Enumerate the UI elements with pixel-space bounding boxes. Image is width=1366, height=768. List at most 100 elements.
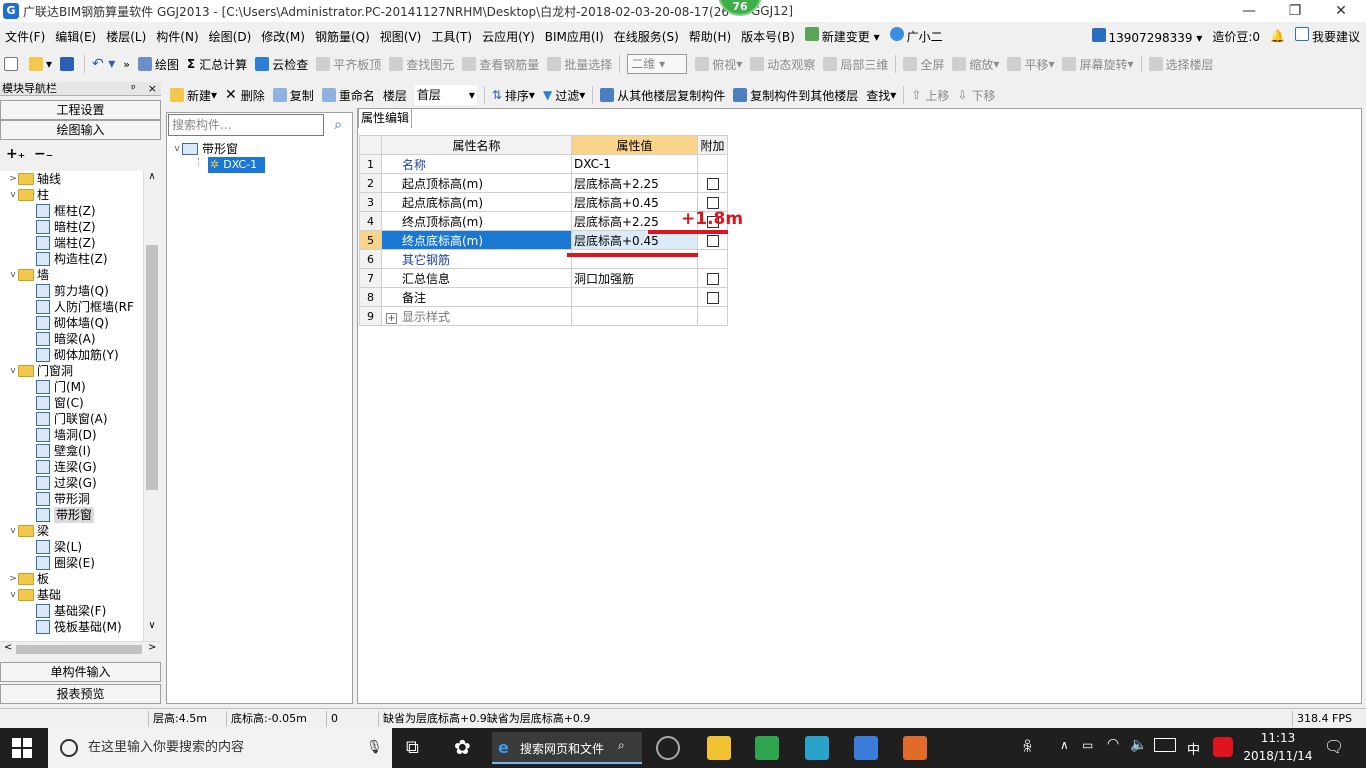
tree-node[interactable]: > 轴线 (0, 171, 143, 187)
new-file-icon[interactable] (0, 57, 25, 71)
windows-start-icon[interactable] (12, 738, 32, 758)
tree-horizontal-scrollbar[interactable]: < > (0, 641, 160, 657)
menu-floor[interactable]: 楼层(L) (101, 28, 151, 45)
glodon-app-icon[interactable] (755, 736, 779, 760)
draw-input-button[interactable]: 绘图输入 (0, 120, 161, 140)
tray-arrow-icon[interactable]: ∧ (1060, 738, 1069, 752)
property-row[interactable]: 9 + 显示样式 (359, 306, 728, 326)
property-name-cell[interactable]: 汇总信息 (381, 268, 572, 288)
tree-node[interactable]: v柱 (0, 187, 143, 203)
notification-icon[interactable]: 🔔 (1270, 29, 1285, 43)
scroll-right-icon[interactable]: > (148, 642, 156, 653)
tree-node[interactable]: 基础梁(F) (0, 603, 143, 619)
battery-icon[interactable]: ▭ (1082, 738, 1093, 752)
property-row[interactable]: 1 名称 DXC-1 (359, 154, 728, 174)
fullscreen-button[interactable]: 全屏 (899, 56, 948, 73)
account-button[interactable]: 13907298339 ▾ (1091, 27, 1202, 45)
close-icon[interactable]: ✕ (1318, 0, 1364, 22)
search-input[interactable]: 搜索构件... (168, 114, 324, 136)
close-panel-icon[interactable]: × (148, 82, 157, 95)
property-name-cell[interactable]: 终点底标高(m) (381, 230, 572, 250)
tree-node[interactable]: 圈梁(E) (0, 555, 143, 571)
wifi-icon[interactable]: ◠ (1107, 736, 1119, 752)
collapse-icon[interactable]: v (172, 141, 182, 157)
component-group-node[interactable]: v 带形窗 (172, 141, 238, 157)
new-component-button[interactable]: 新建 ▾ (166, 87, 221, 104)
copy-from-floor-button[interactable]: 从其他楼层复制构件 (596, 87, 729, 104)
floor-select[interactable]: 首层 ▾ (411, 85, 481, 105)
property-value-cell[interactable] (571, 287, 698, 307)
pin-icon[interactable]: ᵖ (131, 82, 136, 95)
undo-icon[interactable]: ↶ ▾ (88, 56, 119, 72)
property-name-cell[interactable]: 名称 (381, 154, 572, 174)
find-button[interactable]: 查找 ▾ (862, 87, 900, 104)
tree-node[interactable]: 门(M) (0, 379, 143, 395)
collapse-icon[interactable]: v (8, 187, 18, 203)
move-down-button[interactable]: ⇩ 下移 (953, 87, 999, 104)
property-value-cell[interactable] (571, 306, 698, 326)
tree-node[interactable]: v 门窗洞 (0, 363, 143, 379)
suggest-button[interactable]: 我要建议 (1294, 27, 1360, 45)
tree-node[interactable]: 砌体加筋(Y) (0, 347, 143, 363)
tree-node[interactable]: 壁龛(I) (0, 443, 143, 459)
overlook-button[interactable]: 俯视 ▾ (691, 56, 746, 73)
property-row[interactable]: 4 终点顶标高(m) 层底标高+2.25 (359, 211, 728, 231)
view-mode-select[interactable]: 二维 ▾ (623, 54, 691, 74)
rotate-button[interactable]: 屏幕旋转 ▾ (1058, 56, 1137, 73)
expand-plus-icon[interactable]: + (386, 312, 397, 324)
scroll-down-icon[interactable]: ∨ (144, 620, 160, 631)
report-preview-button[interactable]: 报表预览 (0, 684, 161, 704)
summary-button[interactable]: Σ 汇总计算 (183, 56, 251, 73)
attach-checkbox[interactable] (706, 272, 719, 285)
property-row[interactable]: 2 起点顶标高(m) 层底标高+2.25 (359, 173, 728, 193)
pinwheel-app-icon[interactable]: ✿ (454, 735, 471, 759)
taskbar-search-box[interactable]: 在这里输入你要搜索的内容 🎙 (48, 728, 392, 768)
menu-draw[interactable]: 绘图(D) (204, 28, 257, 45)
copy-to-floor-button[interactable]: 复制构件到其他楼层 (729, 87, 862, 104)
tree-node[interactable]: 梁(L) (0, 539, 143, 555)
collapse-icon[interactable]: v (8, 523, 18, 539)
property-name-cell[interactable]: 起点底标高(m) (381, 192, 572, 212)
collapse-all-icon[interactable]: −₋ (34, 146, 53, 162)
menu-component[interactable]: 构件(N) (151, 28, 203, 45)
tree-node[interactable]: 连梁(G) (0, 459, 143, 475)
attach-checkbox[interactable] (706, 234, 719, 247)
attach-checkbox[interactable] (706, 177, 719, 190)
sogou-icon[interactable] (1213, 737, 1233, 757)
volume-icon[interactable]: 🔈 (1130, 737, 1147, 753)
tree-node[interactable]: 端柱(Z) (0, 235, 143, 251)
tree-node[interactable]: 窗(C) (0, 395, 143, 411)
menu-view[interactable]: 视图(V) (375, 28, 427, 45)
menu-version[interactable]: 版本号(B) (736, 28, 800, 45)
collapse-icon[interactable]: v (8, 267, 18, 283)
dynamic-view-button[interactable]: 动态观察 (746, 56, 819, 73)
people-icon[interactable]: ꆜ (1022, 738, 1033, 756)
tree-node[interactable]: 暗柱(Z) (0, 219, 143, 235)
menu-cloud[interactable]: 云应用(Y) (477, 28, 540, 45)
tree-node[interactable]: 剪力墙(Q) (0, 283, 143, 299)
tab-property-edit[interactable]: 属性编辑 (358, 108, 412, 128)
find-element-button[interactable]: 查找图元 (385, 56, 458, 73)
property-name-cell[interactable]: 起点顶标高(m) (381, 173, 572, 193)
property-row[interactable]: 3 起点底标高(m) 层底标高+0.45 (359, 192, 728, 212)
store-app-icon[interactable] (854, 736, 878, 760)
keyboard-icon[interactable] (1154, 738, 1176, 752)
copy-button[interactable]: 复制 (269, 87, 318, 104)
tree-node[interactable]: 墙洞(D) (0, 427, 143, 443)
tree-node[interactable]: 筏板基础(M) (0, 619, 143, 635)
attach-checkbox[interactable] (706, 196, 719, 209)
view-rebar-button[interactable]: 查看钢筋量 (458, 56, 543, 73)
delete-button[interactable]: ✕ 删除 (221, 87, 269, 104)
property-name-cell[interactable]: 其它钢筋 (381, 249, 572, 269)
tree-node[interactable]: v 基础 (0, 587, 143, 603)
property-value-cell[interactable]: 层底标高+2.25 (571, 211, 698, 231)
clock-time[interactable]: 11:13 (1248, 731, 1308, 745)
task-view-icon[interactable]: ⧉ (406, 737, 419, 758)
menu-new-change[interactable]: 新建变更 ▾ (800, 27, 885, 45)
single-component-input-button[interactable]: 单构件输入 (0, 662, 161, 682)
collapse-icon[interactable]: v (8, 363, 18, 379)
tree-node[interactable]: 带形洞 (0, 491, 143, 507)
tree-node[interactable]: v墙 (0, 267, 143, 283)
local-3d-button[interactable]: 局部三维 (819, 56, 892, 73)
property-value-cell[interactable]: 层底标高+0.45 (571, 192, 698, 212)
